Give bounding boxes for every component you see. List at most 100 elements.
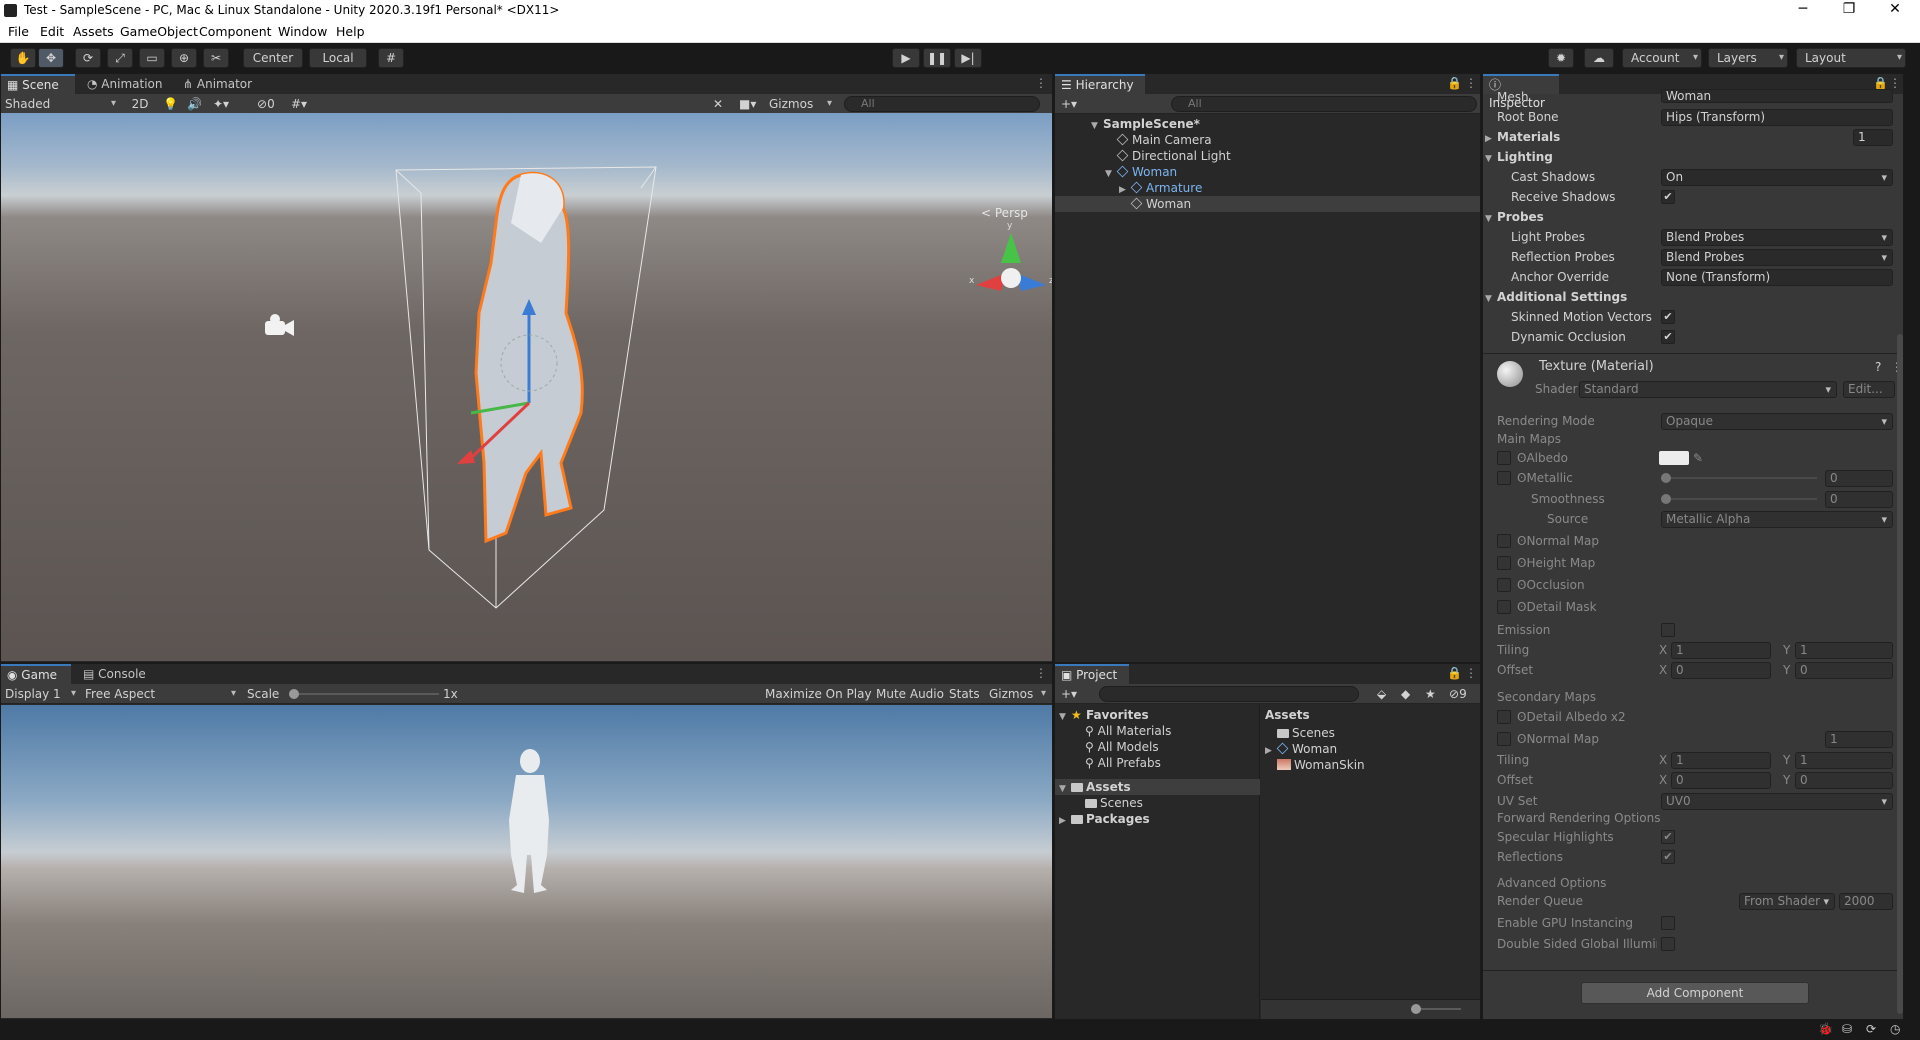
cache-icon[interactable]: ⛁ — [1842, 1022, 1852, 1036]
hierarchy-menu-icon[interactable]: ⋮ — [1465, 76, 1477, 90]
menu-window[interactable]: Window — [278, 24, 327, 39]
game-menu-icon[interactable]: ⋮ — [1035, 666, 1047, 680]
reflections-checkbox[interactable]: ✔ — [1661, 850, 1675, 864]
root-bone-field[interactable]: Hips (Transform) — [1661, 109, 1893, 126]
offset-x-field[interactable]: 0 — [1671, 662, 1771, 679]
asset-woman[interactable]: ▶ Woman — [1265, 741, 1337, 757]
mute-audio-toggle[interactable]: Mute Audio — [876, 685, 944, 703]
hierarchy-item-main-camera[interactable]: Main Camera — [1055, 132, 1480, 148]
hierarchy-search-input[interactable]: All — [1171, 96, 1477, 112]
2d-toggle[interactable]: 2D — [129, 95, 151, 113]
cast-shadows-dropdown[interactable]: On — [1661, 169, 1893, 186]
source-dropdown[interactable]: Metallic Alpha — [1661, 511, 1893, 528]
asset-womanskin[interactable]: WomanSkin — [1277, 757, 1365, 773]
metallic-slider-knob[interactable] — [1661, 473, 1671, 483]
minimize-button[interactable]: ─ — [1780, 1, 1826, 21]
project-search-input[interactable] — [1099, 686, 1359, 702]
edit-shader-button[interactable]: Edit... — [1843, 381, 1895, 398]
scale-slider-knob[interactable] — [289, 689, 299, 699]
receive-shadows-checkbox[interactable]: ✔ — [1661, 190, 1675, 204]
offset2-x-field[interactable]: 0 — [1671, 772, 1771, 789]
metallic-slider[interactable] — [1661, 469, 1817, 487]
close-button[interactable]: ✕ — [1872, 1, 1918, 21]
scene-viewport[interactable]: y x z < Persp — [1, 113, 1052, 661]
rotate-tool-icon[interactable]: ⟳ — [75, 48, 101, 68]
additional-settings-foldout[interactable]: ▼ Additional Settings — [1485, 288, 1627, 306]
menu-file[interactable]: File — [8, 24, 29, 39]
pivot-center-button[interactable]: Center — [243, 48, 303, 68]
scale-tool-icon[interactable]: ⤢ — [107, 48, 133, 68]
anchor-override-field[interactable]: None (Transform) — [1661, 269, 1893, 286]
filter-label-icon[interactable]: ◆ — [1401, 685, 1410, 703]
tab-animation[interactable]: ◔ Animation — [81, 74, 168, 94]
project-menu-icon[interactable]: ⋮ — [1465, 666, 1477, 680]
hidden-objects-icon[interactable]: ⊘0 — [257, 95, 275, 113]
hierarchy-lock-icon[interactable]: 🔒 — [1447, 76, 1462, 90]
tiling2-y-field[interactable]: 1 — [1795, 752, 1893, 769]
rendering-mode-dropdown[interactable]: Opaque — [1661, 413, 1893, 430]
display-dropdown[interactable]: Display 1 — [5, 685, 79, 703]
expand-icon[interactable]: ▼ — [1485, 150, 1497, 168]
normal-map2-slot[interactable] — [1497, 732, 1511, 746]
albedo-color-swatch[interactable] — [1659, 451, 1689, 465]
dynamic-occlusion-checkbox[interactable]: ✔ — [1661, 330, 1675, 344]
play-icon[interactable]: ▶ — [892, 48, 920, 68]
menu-gameobject[interactable]: GameObject — [120, 24, 198, 39]
debug-icon[interactable]: 🐞 — [1818, 1022, 1833, 1036]
account-dropdown[interactable]: Account — [1622, 48, 1702, 68]
filter-type-icon[interactable]: ⬙ — [1377, 685, 1386, 703]
metallic-slot[interactable] — [1497, 471, 1511, 485]
maximize-on-play-toggle[interactable]: Maximize On Play — [765, 685, 872, 703]
persp-label[interactable]: < Persp — [981, 206, 1028, 220]
add-component-button[interactable]: Add Component — [1581, 982, 1809, 1004]
game-viewport[interactable] — [1, 705, 1052, 1018]
hierarchy-item-armature[interactable]: ▶ Armature — [1055, 180, 1480, 196]
scale-slider[interactable] — [289, 685, 439, 703]
expand-icon[interactable]: ▶ — [1485, 130, 1497, 148]
aspect-dropdown[interactable]: Free Aspect — [85, 685, 239, 703]
tools-icon[interactable]: ✕ — [713, 95, 723, 113]
render-queue-dropdown[interactable]: From Shader — [1739, 893, 1835, 910]
tree-assets[interactable]: ▼ Assets — [1055, 779, 1260, 795]
pause-icon[interactable]: ❚❚ — [923, 48, 951, 68]
tab-console[interactable]: ▤ Console — [77, 664, 152, 684]
grid-toggle-icon[interactable]: #▾ — [291, 95, 307, 113]
offset-y-field[interactable]: 0 — [1795, 662, 1893, 679]
shader-dropdown[interactable]: Standard — [1579, 381, 1837, 398]
tree-scenes[interactable]: Scenes — [1085, 795, 1143, 811]
layout-dropdown[interactable]: Layout — [1796, 48, 1906, 68]
menu-help[interactable]: Help — [336, 24, 365, 39]
expand-icon[interactable]: ▼ — [1485, 210, 1497, 228]
icon-size-knob[interactable] — [1411, 1004, 1421, 1014]
menu-assets[interactable]: Assets — [73, 24, 114, 39]
project-add-button[interactable]: +▾ — [1061, 685, 1077, 703]
mesh-field[interactable]: Woman — [1661, 89, 1893, 103]
lighting-toggle-icon[interactable]: 💡 — [163, 95, 178, 113]
normal-map-slot[interactable] — [1497, 534, 1511, 548]
game-gizmos-dropdown[interactable]: Gizmos — [989, 685, 1049, 703]
transform-tool-icon[interactable]: ⊕ — [171, 48, 197, 68]
tab-scene[interactable]: ▦ Scene — [1, 74, 75, 94]
albedo-slot[interactable] — [1497, 451, 1511, 465]
tab-animator[interactable]: ⋔ Animator — [177, 74, 258, 94]
menu-edit[interactable]: Edit — [40, 24, 64, 39]
auto-generate-icon[interactable]: ◷ — [1890, 1022, 1900, 1036]
pivot-space-button[interactable]: Local — [309, 48, 367, 68]
materials-count-field[interactable]: 1 — [1853, 129, 1893, 146]
light-probes-dropdown[interactable]: Blend Probes — [1661, 229, 1893, 246]
double-sided-gi-checkbox[interactable] — [1661, 937, 1675, 951]
expand-icon[interactable]: ▶ — [1265, 743, 1277, 759]
metallic-value-field[interactable]: 0 — [1825, 470, 1893, 487]
inspector-menu-icon[interactable]: ⋮ — [1889, 76, 1901, 90]
expand-icon[interactable]: ▼ — [1485, 290, 1497, 308]
normal-map2-scale-field[interactable]: 1 — [1825, 731, 1893, 748]
gizmos-dropdown[interactable]: Gizmos — [769, 95, 835, 113]
probes-foldout[interactable]: ▼ Probes — [1485, 208, 1544, 226]
project-lock-icon[interactable]: 🔒 — [1447, 666, 1462, 680]
shading-mode-dropdown[interactable]: Shaded — [5, 95, 119, 113]
detail-mask-slot[interactable] — [1497, 600, 1511, 614]
tree-all-materials[interactable]: ⚲ All Materials — [1085, 723, 1171, 739]
expand-icon[interactable]: ▶ — [1059, 813, 1071, 829]
tab-game[interactable]: ◉ Game — [1, 664, 71, 684]
eyedropper-icon[interactable]: ✎ — [1693, 449, 1703, 467]
